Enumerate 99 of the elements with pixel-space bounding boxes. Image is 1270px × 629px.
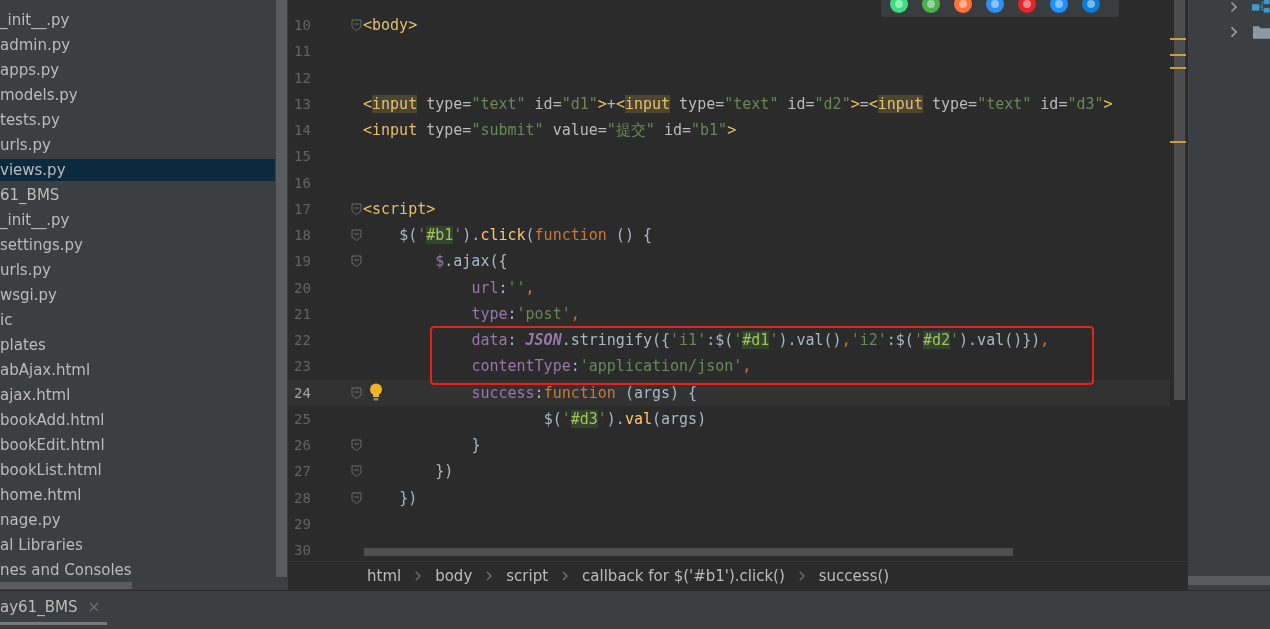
line-number: 18 <box>293 227 312 244</box>
code-line: url:'', <box>471 278 535 297</box>
fold-icon[interactable] <box>351 491 362 504</box>
line-number: 28 <box>293 489 312 506</box>
console-tab[interactable]: ay61_BMS <box>0 591 108 625</box>
chevron-icon[interactable] <box>1230 0 1238 13</box>
chevron-icon <box>486 571 493 581</box>
line-number: 20 <box>293 279 312 296</box>
tree-item[interactable]: urls.py <box>0 134 275 156</box>
code-line: <body> <box>363 16 418 35</box>
line-number: 27 <box>293 463 312 480</box>
line-number: 17 <box>293 200 312 217</box>
tree-item[interactable]: _init__.py <box>0 209 275 231</box>
chevron-icon[interactable] <box>1230 25 1238 38</box>
line-number: 19 <box>293 253 312 270</box>
tree-item[interactable]: admin.py <box>0 34 275 56</box>
scrollbar[interactable] <box>364 548 1013 556</box>
folder-icon <box>1252 24 1270 39</box>
code-line: $('#d3').val(args) <box>543 409 707 428</box>
tree-item[interactable]: plates <box>0 334 275 356</box>
line-number: 26 <box>293 437 312 454</box>
code-line: <input type="submit" value="提交" id="b1"> <box>363 120 737 140</box>
line-number: 14 <box>293 122 312 139</box>
tree-item[interactable]: 61_BMS <box>0 184 275 206</box>
chevron-icon <box>415 571 422 581</box>
line-number: 22 <box>293 332 312 349</box>
breadcrumb[interactable]: script <box>506 567 549 585</box>
code-line: <script> <box>363 199 436 218</box>
scrollbar[interactable] <box>0 582 132 589</box>
browser-icon[interactable] <box>1017 0 1037 14</box>
code-line: }) <box>399 488 418 507</box>
fold-icon[interactable] <box>351 19 362 32</box>
tree-item[interactable]: apps.py <box>0 59 275 81</box>
warning-marker[interactable] <box>1170 38 1186 40</box>
scrollbar[interactable] <box>1174 0 1185 400</box>
warning-marker[interactable] <box>1170 141 1186 143</box>
line-number: 25 <box>293 410 312 427</box>
breadcrumb[interactable]: body <box>435 567 473 585</box>
fold-icon[interactable] <box>351 439 362 452</box>
code-line: }) <box>435 462 454 481</box>
chevron-icon <box>798 571 805 581</box>
tree-item[interactable]: models.py <box>0 84 275 106</box>
code-line: data: JSON.stringify({'i1':$('#d1').val(),'i2':$('#d2').val()}), <box>471 331 1050 350</box>
line-number: 29 <box>293 515 312 532</box>
line-number: 16 <box>293 174 312 191</box>
code-line: type:'post', <box>471 304 580 323</box>
hierarchy-icon <box>1252 0 1270 14</box>
tree-item[interactable]: views.py <box>0 159 275 181</box>
line-number: 15 <box>293 148 312 165</box>
fold-icon[interactable] <box>351 465 362 478</box>
tree-item[interactable]: al Libraries <box>0 534 275 556</box>
tree-item[interactable]: bookEdit.html <box>0 434 275 456</box>
tree-item[interactable]: home.html <box>0 484 275 506</box>
line-number: 30 <box>293 542 312 559</box>
tree-item[interactable]: _init__.py <box>0 9 275 31</box>
tree-item[interactable]: bookList.html <box>0 459 275 481</box>
tree-item[interactable]: nes and Consoles <box>0 559 275 581</box>
tree-item[interactable]: bookAdd.html <box>0 409 275 431</box>
fold-icon[interactable] <box>351 229 362 242</box>
fold-icon[interactable] <box>351 202 362 215</box>
code-line: } <box>471 436 481 455</box>
tree-item[interactable]: ic <box>0 309 275 331</box>
warning-marker[interactable] <box>1170 67 1186 69</box>
line-number: 12 <box>293 69 312 86</box>
code-line: success:function (args) { <box>471 383 698 402</box>
scrollbar[interactable] <box>276 0 287 577</box>
line-number: 24 <box>293 384 312 401</box>
code-line: $.ajax({ <box>435 252 508 271</box>
fold-icon[interactable] <box>351 386 362 399</box>
breadcrumb[interactable]: callback for $('#b1').click() <box>582 567 785 585</box>
breadcrumb[interactable]: html <box>367 567 402 585</box>
browser-icon[interactable] <box>953 0 973 14</box>
close-icon[interactable] <box>89 601 100 612</box>
tree-item[interactable]: settings.py <box>0 234 275 256</box>
fold-icon[interactable] <box>351 255 362 268</box>
browser-icon[interactable] <box>1081 0 1101 14</box>
tree-item[interactable]: wsgi.py <box>0 284 275 306</box>
warning-marker[interactable] <box>1170 54 1186 56</box>
line-number: 23 <box>293 358 312 375</box>
browser-icon[interactable] <box>889 0 909 14</box>
line-number: 21 <box>293 305 312 322</box>
code-line: contentType:'application/json', <box>471 357 752 376</box>
scrollbar[interactable] <box>1188 576 1270 585</box>
tree-item[interactable]: ajax.html <box>0 384 275 406</box>
browser-icon[interactable] <box>921 0 941 14</box>
browser-icon[interactable] <box>985 0 1005 14</box>
lightbulb-icon[interactable] <box>369 382 383 401</box>
line-number: 10 <box>293 17 312 34</box>
code-line: <input type="text" id="d1">+<input type="text" id="d2">=<input type="text" id="d3"> <box>363 94 1113 113</box>
breadcrumb[interactable]: success() <box>818 567 890 585</box>
chevron-icon <box>562 571 569 581</box>
line-number: 13 <box>293 95 312 112</box>
tree-item[interactable]: nage.py <box>0 509 275 531</box>
tree-item[interactable]: tests.py <box>0 109 275 131</box>
tree-item[interactable]: urls.py <box>0 259 275 281</box>
code-line: $('#b1').click(function () { <box>399 226 652 245</box>
line-number: 11 <box>293 43 312 60</box>
browser-icon[interactable] <box>1049 0 1069 14</box>
tree-item[interactable]: abAjax.html <box>0 359 275 381</box>
